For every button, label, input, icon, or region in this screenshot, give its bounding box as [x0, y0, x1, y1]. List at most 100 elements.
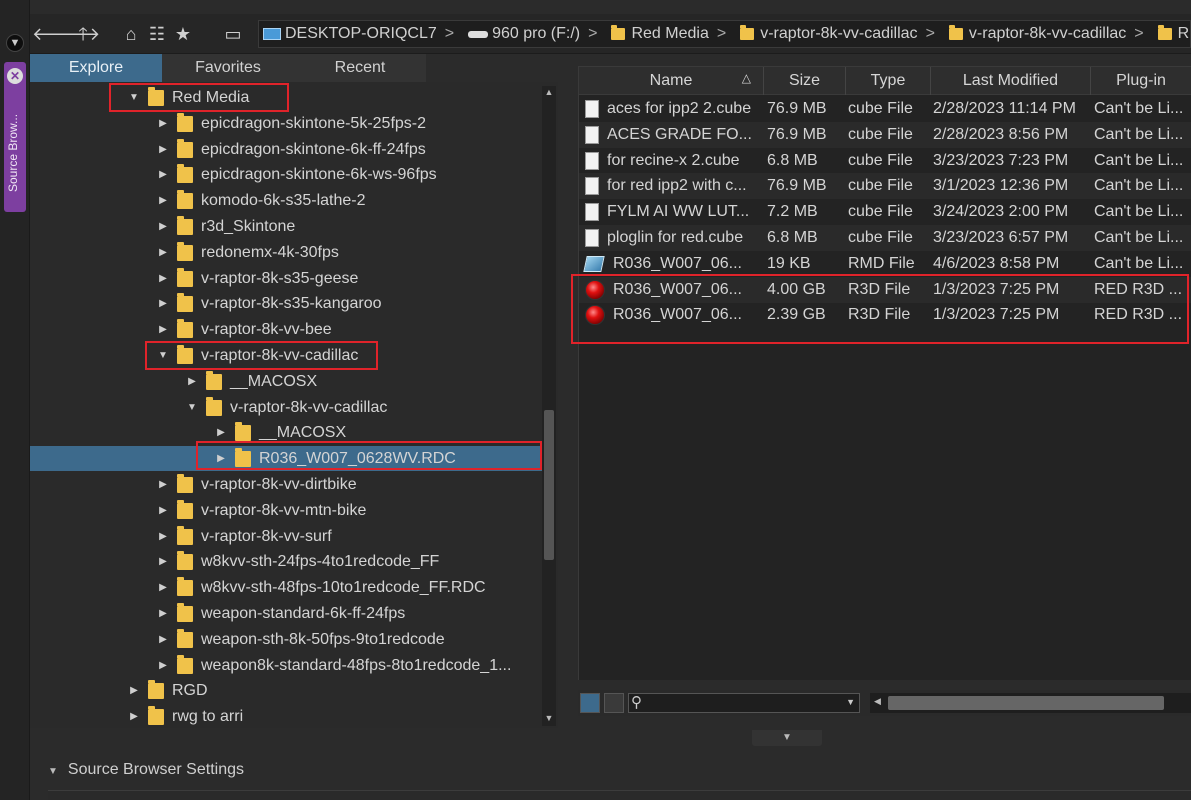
tree-item[interactable]: ▶ R036_W007_0628WV.RDC [30, 446, 542, 472]
breadcrumb-item[interactable]: DESKTOP-ORIQCL7 > [259, 25, 464, 43]
tree-item[interactable]: ▶ v-raptor-8k-vv-surf [30, 524, 540, 549]
collapse-arrow-icon[interactable]: ▼ [157, 343, 169, 368]
source-browser-settings[interactable]: ▼ Source Browser Settings [30, 752, 1191, 788]
breadcrumb-item[interactable]: R [1154, 25, 1190, 43]
scrollbar-thumb[interactable] [888, 696, 1164, 710]
tree-item[interactable]: ▶ epicdragon-skintone-5k-25fps-2 [30, 111, 540, 136]
scroll-up-icon[interactable]: ▲ [542, 86, 556, 98]
file-row[interactable]: aces for ipp2 2.cube 76.9 MB cube File 2/28… [579, 96, 1191, 122]
expand-arrow-icon[interactable]: ▶ [157, 317, 169, 342]
tree-item[interactable]: ▶ __MACOSX [30, 369, 540, 394]
expand-arrow-icon[interactable]: ▶ [128, 678, 140, 703]
expand-arrow-icon[interactable]: ▶ [157, 653, 169, 678]
expand-arrow-icon[interactable]: ▶ [157, 111, 169, 136]
column-header[interactable]: Type [846, 67, 931, 95]
column-header[interactable]: Plug-in [1091, 67, 1191, 95]
tree-item[interactable]: ▶ v-raptor-8k-vv-bee [30, 317, 540, 342]
expand-arrow-icon[interactable]: ▶ [157, 524, 169, 549]
drive-icon[interactable]: ▭ [222, 22, 244, 46]
column-header[interactable]: Last Modified [931, 67, 1091, 95]
chevron-down-icon[interactable]: ▼ [846, 697, 855, 707]
tree-item[interactable]: ▶ v-raptor-8k-s35-kangaroo [30, 291, 540, 316]
file-row[interactable]: R036_W007_06... 4.00 GB R3D File 1/3/2023 7… [579, 276, 1191, 303]
tree-item[interactable]: ▶ weapon8k-standard-48fps-8to1redcode_1..… [30, 653, 540, 678]
tree-item[interactable]: ▶ r3d_Skintone [30, 214, 540, 239]
expand-arrow-icon[interactable]: ▶ [157, 601, 169, 626]
scroll-down-icon[interactable]: ▼ [542, 712, 556, 724]
tree-item[interactable]: ▶ epicdragon-skintone-6k-ws-96fps [30, 162, 540, 187]
tree-item[interactable]: ▶ v-raptor-8k-vv-dirtbike [30, 472, 540, 497]
file-size-cell: 76.9 MB [767, 100, 827, 117]
tree-item[interactable]: ▶ w8kvv-sth-48fps-10to1redcode_FF.RDC [30, 575, 540, 600]
home-icon[interactable]: ⌂ [120, 22, 142, 46]
breadcrumb-item[interactable]: Red Media > [607, 25, 736, 43]
scroll-left-icon[interactable]: ◀ [874, 696, 881, 707]
collapse-arrow-icon[interactable]: ▼ [128, 85, 140, 110]
expand-arrow-icon[interactable]: ▶ [157, 214, 169, 239]
tree-item[interactable]: ▶ redonemx-4k-30fps [30, 240, 540, 265]
breadcrumb-item[interactable]: 960 pro (F:/) > [464, 25, 607, 43]
tree-item[interactable]: ▶ w8kvv-sth-24fps-4to1redcode_FF [30, 549, 540, 574]
expand-arrow-icon[interactable]: ▶ [128, 704, 140, 728]
column-header[interactable]: Size [764, 67, 846, 95]
filter-search-input[interactable]: ⚲ ▼ [628, 693, 860, 713]
expand-arrow-icon[interactable]: ▶ [157, 137, 169, 162]
horizontal-scrollbar[interactable]: ◀ [870, 693, 1191, 713]
tree-item[interactable]: ▶ v-raptor-8k-s35-geese [30, 266, 540, 291]
expand-arrow-icon[interactable]: ▶ [215, 446, 227, 471]
collapse-handle-icon[interactable]: ▼ [752, 730, 822, 746]
expand-arrow-icon[interactable]: ▶ [157, 188, 169, 213]
expand-arrow-icon[interactable]: ▶ [157, 498, 169, 523]
scrollbar-thumb[interactable] [544, 410, 554, 560]
back-arrow-icon[interactable]: 🡐 [32, 22, 80, 46]
tree-scrollbar[interactable]: ▲ ▼ [542, 86, 556, 726]
expand-arrow-icon[interactable]: ▶ [157, 472, 169, 497]
file-type-cell: cube File [848, 177, 913, 195]
tree-item[interactable]: ▶ v-raptor-8k-vv-mtn-bike [30, 498, 540, 523]
file-row[interactable]: R036_W007_06... 2.39 GB R3D File 1/3/2023 7… [579, 302, 1191, 328]
breadcrumb-item[interactable]: v-raptor-8k-vv-cadillac > [945, 25, 1154, 43]
close-icon[interactable]: ✕ [7, 68, 23, 84]
tree-item[interactable]: ▶ weapon-standard-6k-ff-24fps [30, 601, 540, 626]
source-browser-side-tab[interactable]: ✕ Source Brow... [4, 62, 26, 212]
tree-item[interactable]: ▶ rwg to arri [30, 704, 540, 728]
expand-arrow-icon[interactable]: ▶ [157, 162, 169, 187]
file-row[interactable]: ploglin for red.cube 6.8 MB cube File 3/23/… [579, 225, 1191, 251]
file-row[interactable]: ACES GRADE FO... 76.9 MB cube File 2/28/202… [579, 121, 1191, 148]
up-arrow-icon[interactable]: 🡑 [74, 22, 92, 46]
expand-arrow-icon[interactable]: ▶ [157, 549, 169, 574]
collapse-arrow-icon[interactable]: ▼ [186, 395, 198, 420]
tree-item[interactable]: ▶ komodo-6k-s35-lathe-2 [30, 188, 540, 213]
expand-arrow-icon[interactable]: ▶ [157, 291, 169, 316]
list-view-icon[interactable] [580, 693, 600, 713]
expand-arrow-icon[interactable]: ▶ [186, 369, 198, 394]
tree-item[interactable]: ▶ RGD [30, 678, 540, 703]
tree-item[interactable]: ▼ Red Media [30, 85, 540, 110]
expand-triangle-icon[interactable]: ▼ [48, 766, 58, 777]
file-row[interactable]: FYLM AI WW LUT... 7.2 MB cube File 3/24/202… [579, 199, 1191, 225]
favorite-star-icon[interactable]: ★ [172, 22, 194, 46]
expand-arrow-icon[interactable]: ▶ [157, 575, 169, 600]
expand-arrow-icon[interactable]: ▶ [157, 627, 169, 652]
grid-view-icon[interactable] [604, 693, 624, 713]
expand-arrow-icon[interactable]: ▶ [215, 420, 227, 445]
settings-label: Source Browser Settings [67, 761, 244, 778]
file-row[interactable]: for recine-x 2.cube 6.8 MB cube File 3/23/2… [579, 148, 1191, 174]
tab-favorites[interactable]: Favorites [162, 54, 294, 82]
panel-menu-icon[interactable]: ▼ [6, 34, 24, 52]
breadcrumb-item[interactable]: v-raptor-8k-vv-cadillac > [736, 25, 945, 43]
tree-item[interactable]: ▼ v-raptor-8k-vv-cadillac [30, 395, 540, 420]
tab-recent[interactable]: Recent [294, 54, 426, 82]
column-header[interactable]: Name △ [579, 67, 764, 95]
tree-item[interactable]: ▶ epicdragon-skintone-6k-ff-24fps [30, 137, 540, 162]
tree-item[interactable]: ▶ weapon-sth-8k-50fps-9to1redcode [30, 627, 540, 652]
expand-arrow-icon[interactable]: ▶ [157, 240, 169, 265]
folder-tree-icon[interactable]: ☷ [146, 22, 168, 46]
expand-arrow-icon[interactable]: ▶ [157, 266, 169, 291]
forward-arrow-icon[interactable]: 🡒 [52, 22, 100, 46]
tree-item[interactable]: ▶ __MACOSX [30, 420, 540, 445]
tree-item[interactable]: ▼ v-raptor-8k-vv-cadillac [30, 343, 540, 368]
file-row[interactable]: for red ipp2 with c... 76.9 MB cube File 3/… [579, 173, 1191, 200]
tab-explore[interactable]: Explore [30, 54, 162, 82]
file-row[interactable]: R036_W007_06... 19 KB RMD File 4/6/2023 8:5… [579, 251, 1191, 277]
